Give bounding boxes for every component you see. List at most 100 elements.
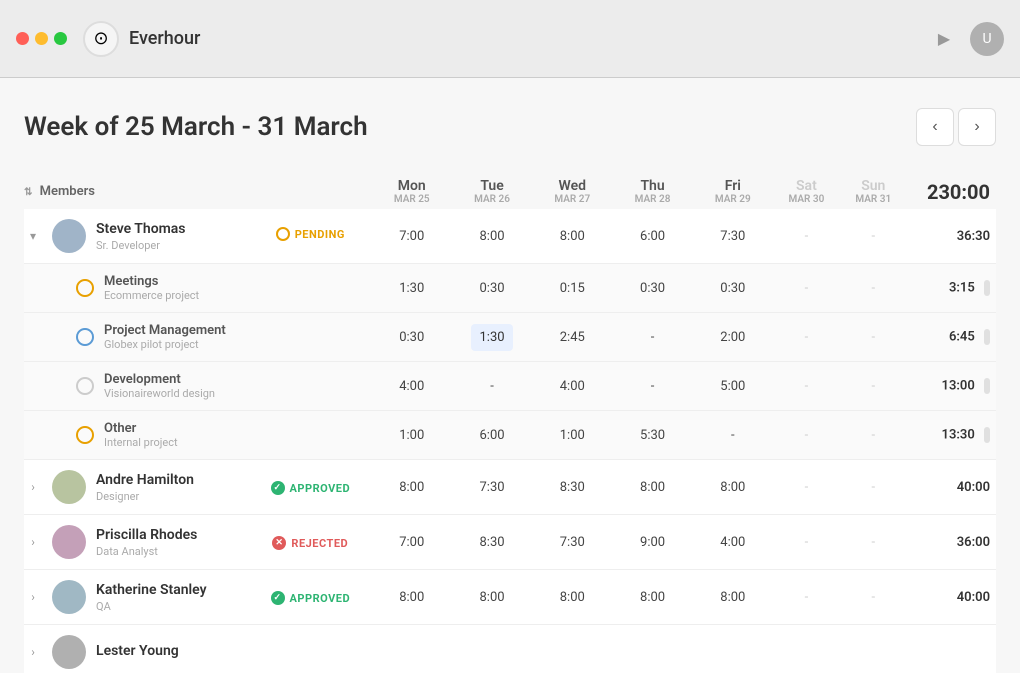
- subtask-tue[interactable]: 1:30: [452, 313, 532, 362]
- expand-button[interactable]: ›: [24, 590, 42, 604]
- member-wed[interactable]: [532, 625, 612, 673]
- member-tue[interactable]: [452, 625, 532, 673]
- subtask-name: Project Management: [104, 323, 226, 338]
- member-sun[interactable]: -: [840, 209, 907, 264]
- member-sun[interactable]: [840, 625, 907, 673]
- subtask-icon: [76, 328, 94, 346]
- subtask-sun[interactable]: -: [840, 411, 907, 460]
- member-sat[interactable]: -: [773, 460, 840, 515]
- member-fri[interactable]: [693, 625, 773, 673]
- play-button[interactable]: ▶: [930, 25, 958, 53]
- member-thu[interactable]: [612, 625, 692, 673]
- member-wed[interactable]: 8:30: [532, 460, 612, 515]
- member-thu[interactable]: 9:00: [612, 515, 692, 570]
- member-wed[interactable]: 8:00: [532, 570, 612, 625]
- table-row: › Katherine Stanley QA ✓ APPROVED 8:00 8…: [24, 570, 996, 625]
- subtask-tue[interactable]: -: [452, 362, 532, 411]
- subtask-mon[interactable]: 1:30: [372, 264, 452, 313]
- subtask-row: Meetings Ecommerce project 1:30 0:30 0:1…: [24, 264, 996, 313]
- member-mon[interactable]: [372, 625, 452, 673]
- expand-button[interactable]: ›: [24, 480, 42, 494]
- minimize-button[interactable]: [35, 32, 48, 45]
- member-wed[interactable]: 7:30: [532, 515, 612, 570]
- member-thu[interactable]: 6:00: [612, 209, 692, 264]
- member-tue[interactable]: 8:30: [452, 515, 532, 570]
- subtask-total: 13:30: [907, 411, 996, 460]
- app-title: Everhour: [129, 28, 200, 49]
- member-status: ✓ APPROVED: [249, 570, 372, 625]
- subtask-sun[interactable]: -: [840, 313, 907, 362]
- expand-button[interactable]: ▾: [24, 229, 42, 243]
- subtask-thu[interactable]: 0:30: [612, 264, 692, 313]
- member-sun[interactable]: -: [840, 515, 907, 570]
- member-sun[interactable]: -: [840, 460, 907, 515]
- member-fri[interactable]: 8:00: [693, 570, 773, 625]
- next-week-button[interactable]: ›: [958, 108, 996, 146]
- subtask-wed[interactable]: 2:45: [532, 313, 612, 362]
- subtask-icon: [76, 279, 94, 297]
- subtask-sat[interactable]: -: [773, 362, 840, 411]
- subtask-fri[interactable]: 2:00: [693, 313, 773, 362]
- subtask-row: Development Visionaireworld design 4:00 …: [24, 362, 996, 411]
- subtask-thu[interactable]: -: [612, 313, 692, 362]
- member-mon[interactable]: 8:00: [372, 460, 452, 515]
- member-cell: › Priscilla Rhodes Data Analyst: [24, 515, 249, 570]
- member-thu[interactable]: 8:00: [612, 570, 692, 625]
- table-row: › Andre Hamilton Designer ✓ APPROVED 8:0…: [24, 460, 996, 515]
- subtask-wed[interactable]: 0:15: [532, 264, 612, 313]
- member-thu[interactable]: 8:00: [612, 460, 692, 515]
- subtask-sun[interactable]: -: [840, 362, 907, 411]
- subtask-sat[interactable]: -: [773, 313, 840, 362]
- subtask-cell: Development Visionaireworld design: [24, 362, 249, 411]
- subtask-row: Other Internal project 1:00 6:00 1:00 5:…: [24, 411, 996, 460]
- subtask-icon: [76, 426, 94, 444]
- subtask-mon[interactable]: 1:00: [372, 411, 452, 460]
- member-tue[interactable]: 8:00: [452, 570, 532, 625]
- member-name: Andre Hamilton: [96, 472, 194, 488]
- member-sat[interactable]: -: [773, 570, 840, 625]
- main-content: Week of 25 March - 31 March ‹ › ⇅ Member…: [0, 78, 1020, 673]
- expand-button[interactable]: ›: [24, 645, 42, 659]
- member-name: Lester Young: [96, 643, 179, 659]
- mini-bar: [984, 378, 990, 394]
- member-mon[interactable]: 7:00: [372, 515, 452, 570]
- status-dot-icon: ✓: [271, 481, 285, 495]
- prev-week-button[interactable]: ‹: [916, 108, 954, 146]
- subtask-thu[interactable]: 5:30: [612, 411, 692, 460]
- member-wed[interactable]: 8:00: [532, 209, 612, 264]
- expand-button[interactable]: ›: [24, 535, 42, 549]
- subtask-tue[interactable]: 6:00: [452, 411, 532, 460]
- subtask-thu[interactable]: -: [612, 362, 692, 411]
- member-total: [907, 625, 996, 673]
- subtask-mon[interactable]: 0:30: [372, 313, 452, 362]
- member-tue[interactable]: 8:00: [452, 209, 532, 264]
- member-total: 36:00: [907, 515, 996, 570]
- subtask-wed[interactable]: 4:00: [532, 362, 612, 411]
- subtask-mon[interactable]: 4:00: [372, 362, 452, 411]
- table-row: ▾ Steve Thomas Sr. Developer PENDING 7:0…: [24, 209, 996, 264]
- subtask-wed[interactable]: 1:00: [532, 411, 612, 460]
- subtask-name-block: Meetings Ecommerce project: [104, 274, 199, 302]
- close-button[interactable]: [16, 32, 29, 45]
- member-tue[interactable]: 7:30: [452, 460, 532, 515]
- member-sat[interactable]: [773, 625, 840, 673]
- subtask-sat[interactable]: -: [773, 264, 840, 313]
- member-sat[interactable]: -: [773, 209, 840, 264]
- member-mon[interactable]: 8:00: [372, 570, 452, 625]
- subtask-fri[interactable]: 5:00: [693, 362, 773, 411]
- members-col-header[interactable]: ⇅ Members: [24, 174, 249, 209]
- member-sat[interactable]: -: [773, 515, 840, 570]
- member-mon[interactable]: 7:00: [372, 209, 452, 264]
- mon-col-header: Mon MAR 25: [372, 174, 452, 209]
- subtask-fri[interactable]: 0:30: [693, 264, 773, 313]
- user-avatar-titlebar[interactable]: U: [970, 22, 1004, 56]
- member-fri[interactable]: 8:00: [693, 460, 773, 515]
- member-fri[interactable]: 4:00: [693, 515, 773, 570]
- subtask-sat[interactable]: -: [773, 411, 840, 460]
- subtask-tue[interactable]: 0:30: [452, 264, 532, 313]
- member-fri[interactable]: 7:30: [693, 209, 773, 264]
- maximize-button[interactable]: [54, 32, 67, 45]
- member-sun[interactable]: -: [840, 570, 907, 625]
- subtask-sun[interactable]: -: [840, 264, 907, 313]
- subtask-fri[interactable]: -: [693, 411, 773, 460]
